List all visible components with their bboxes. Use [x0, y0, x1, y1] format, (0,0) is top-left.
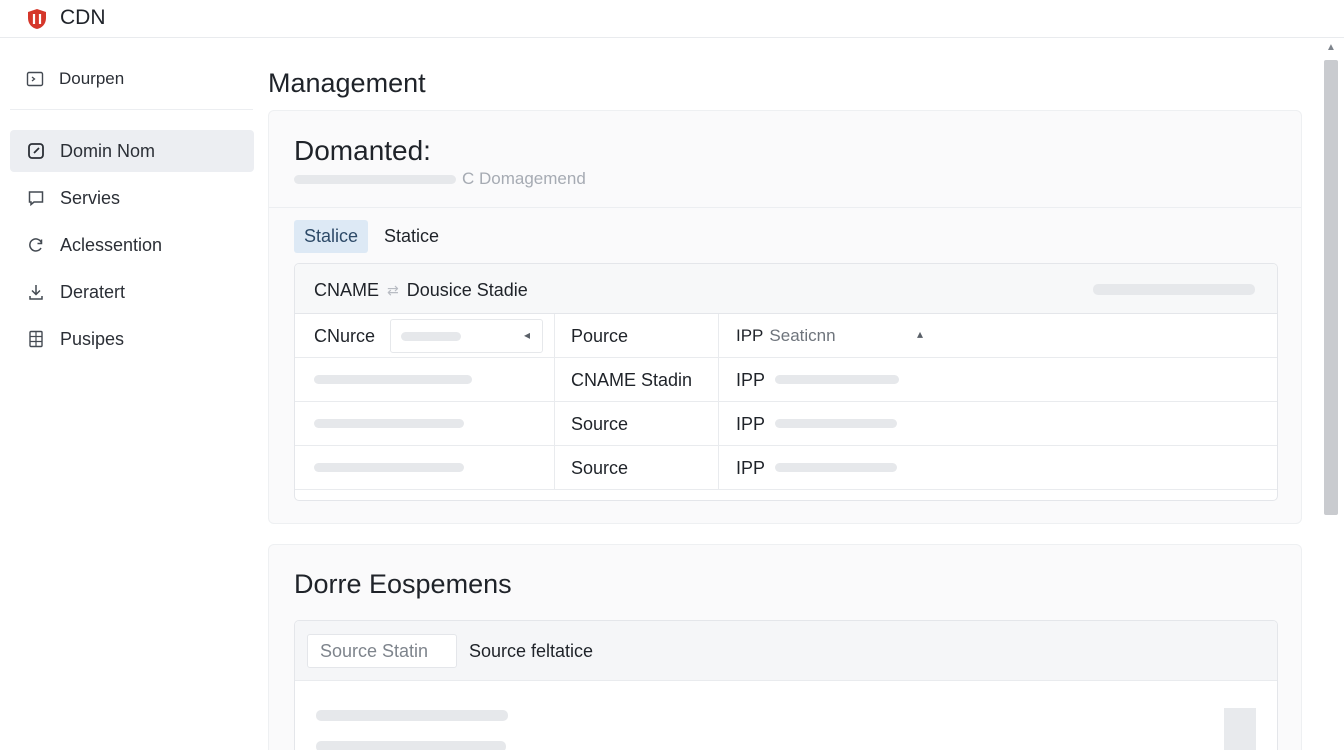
- card-title: Domanted:: [294, 135, 431, 166]
- tab-stalice[interactable]: Stalice: [294, 220, 369, 253]
- scrollbar-thumb[interactable]: [1324, 60, 1338, 515]
- panel-header-sub: Dousice Stadie: [406, 280, 528, 300]
- cname-label: CNAME: [314, 280, 380, 300]
- sidebar-top-label: Dourpen: [59, 69, 125, 88]
- app-title: CDN: [60, 6, 106, 29]
- domain-card: Domanted: C Domagemend Stalice Statice C…: [268, 110, 1302, 524]
- cnurce-label: CNurce: [314, 326, 376, 346]
- cnurce-select[interactable]: ◂: [390, 319, 543, 353]
- vertical-scrollbar[interactable]: ▲: [1320, 40, 1344, 750]
- shield-logo-icon: [25, 7, 49, 31]
- sidebar-item-label: Domin Nom: [60, 140, 156, 161]
- cname-panel: CNAME ⇄ Dousice Stadie CNurce ◂ Pource I…: [294, 263, 1278, 501]
- sidebar-item-aclessention[interactable]: Aclessention: [10, 224, 254, 266]
- chat-icon: [26, 188, 46, 208]
- table-row: Source IPP: [295, 446, 1277, 490]
- terminal-icon: [25, 69, 45, 89]
- ipp-label: IPP: [736, 326, 764, 345]
- download-icon: [26, 282, 46, 302]
- placeholder-bar: [314, 463, 464, 472]
- ipp-select[interactable]: IPP Seaticnn ▴: [719, 319, 937, 353]
- placeholder-bar: [316, 710, 508, 721]
- panel-header-label: CNAME ⇄ Dousice Stadie: [314, 280, 528, 301]
- source-input[interactable]: Source Statin: [307, 634, 457, 668]
- panel-header: Source Statin Source feltatice: [295, 621, 1277, 681]
- placeholder-block: [1224, 708, 1256, 750]
- card-subtitle-text: C Domagemend: [462, 169, 586, 188]
- sidebar-top-item[interactable]: Dourpen: [25, 69, 124, 89]
- sidebar-item-label: Aclessention: [60, 234, 163, 255]
- sidebar-item-servies[interactable]: Servies: [10, 177, 254, 219]
- ipp-select-value: Seaticnn: [769, 326, 836, 345]
- cell-text: Source: [571, 414, 629, 434]
- card-title: Dorre Eospemens: [294, 569, 512, 599]
- placeholder-bar: [294, 174, 456, 184]
- placeholder-bar: [775, 419, 897, 428]
- link-icon: ⇄: [387, 282, 399, 298]
- cell-text: CNAME Stadin: [571, 370, 693, 390]
- ipp-label: IPP: [736, 414, 766, 434]
- scroll-up-icon[interactable]: ▲: [1326, 42, 1336, 53]
- placeholder-bar: [316, 741, 506, 750]
- table-row: CNurce ◂ Pource IPP Seaticnn ▴: [295, 314, 1277, 358]
- edit-square-icon: [26, 141, 46, 161]
- placeholder-bar: [775, 375, 899, 384]
- sidebar-item-domin-nom[interactable]: Domin Nom: [10, 130, 254, 172]
- placeholder-bar: [775, 463, 897, 472]
- chevron-up-icon: ▴: [916, 327, 923, 341]
- tab-bar: Stalice Statice: [294, 220, 449, 253]
- cell-text: Pource: [571, 326, 629, 346]
- sidebar-item-label: Servies: [60, 187, 121, 208]
- source-panel: Source Statin Source feltatice: [294, 620, 1278, 750]
- sidebar-item-label: Pusipes: [60, 328, 125, 349]
- dorre-card: Dorre Eospemens Source Statin Source fel…: [268, 544, 1302, 750]
- sidebar-item-pusipes[interactable]: Pusipes: [10, 318, 254, 360]
- card-divider: [269, 207, 1301, 208]
- placeholder-bar: [314, 419, 464, 428]
- ipp-label: IPP: [736, 458, 766, 478]
- card-subtitle: C Domagemend: [294, 169, 586, 189]
- sidebar-divider: [10, 109, 253, 110]
- page-title: Management: [268, 68, 426, 98]
- top-bar: CDN: [0, 0, 1344, 38]
- tab-statice[interactable]: Statice: [374, 220, 449, 253]
- table-row: Source IPP: [295, 402, 1277, 446]
- ipp-label: IPP: [736, 370, 766, 390]
- sidebar: Dourpen Domin Nom Servies Aclessention D…: [0, 39, 262, 750]
- source-label: Source feltatice: [469, 641, 594, 661]
- grid-doc-icon: [26, 329, 46, 349]
- placeholder-bar: [401, 331, 461, 341]
- table-row: CNAME Stadin IPP: [295, 358, 1277, 402]
- refresh-icon: [26, 235, 46, 255]
- sidebar-item-label: Deratert: [60, 281, 126, 302]
- cell-text: Source: [571, 458, 629, 478]
- panel-header: CNAME ⇄ Dousice Stadie: [295, 264, 1277, 314]
- placeholder-bar: [1093, 284, 1255, 295]
- chevron-left-icon: ◂: [523, 328, 530, 342]
- placeholder-bar: [314, 375, 472, 384]
- sidebar-item-deratert[interactable]: Deratert: [10, 271, 254, 313]
